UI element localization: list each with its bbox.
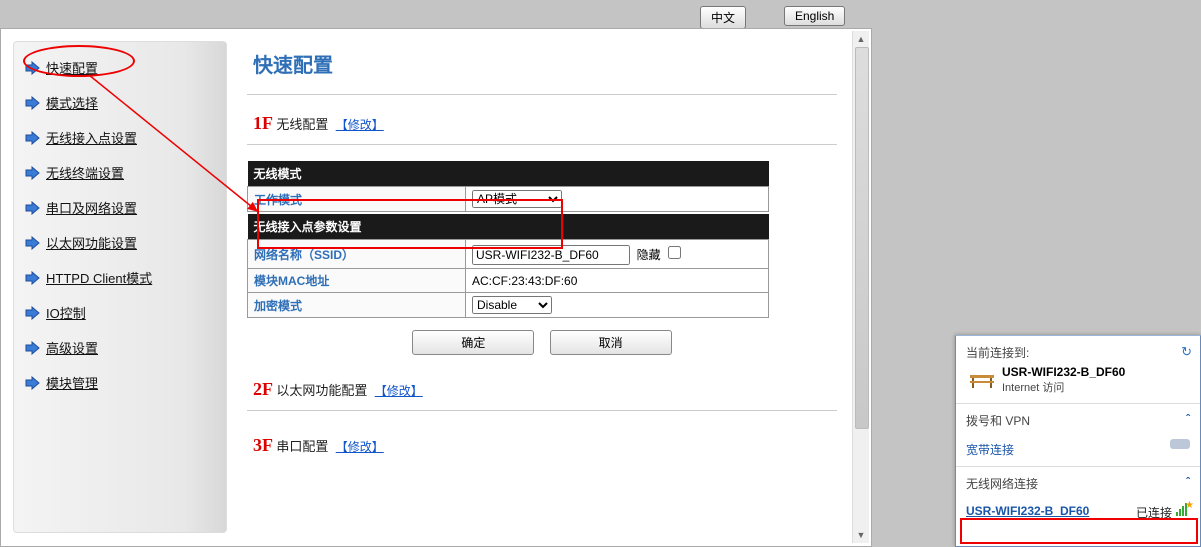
arrow-right-icon [24,376,40,390]
wifi-ssid: USR-WIFI232-B_DF60 [966,504,1089,518]
current-connection-row[interactable]: USR-WIFI232-B_DF60 Internet 访问 [956,363,1200,401]
step-1-modify-link[interactable]: 【修改】 [336,118,384,132]
language-english-button[interactable]: English [784,6,845,26]
chevron-up-icon: ˆ [1186,475,1190,489]
ssid-cell: 隐藏 [466,240,769,269]
wifi-status: 已连接 [1136,504,1172,521]
network-popup: 当前连接到: ↻ USR-WIFI232-B_DF60 Internet 访问 … [955,335,1201,547]
arrow-right-icon [24,271,40,285]
arrow-right-icon [24,166,40,180]
arrow-right-icon [24,236,40,250]
mac-label: 模块MAC地址 [248,269,466,293]
broadband-row[interactable]: 宽带连接 [956,435,1200,464]
sidebar-item-label: 高级设置 [46,338,98,357]
step-3-label: 串口配置 [276,439,328,454]
ssid-label: 网络名称（SSID） [248,240,466,269]
step-2-number: 2F [253,379,273,399]
signal-bars-icon: ★ [1176,502,1192,516]
arrow-right-icon [24,131,40,145]
arrow-right-icon [24,306,40,320]
step-1-label: 无线配置 [276,117,328,132]
current-connection-name: USR-WIFI232-B_DF60 [1002,365,1125,379]
ap-params-header: 无线接入点参数设置 [248,214,769,240]
enc-cell: Disable [466,293,769,318]
modem-icon [1170,439,1190,449]
sidebar-item-advanced[interactable]: 高级设置 [14,332,226,367]
scrollbar[interactable]: ▲ ▼ [852,31,869,543]
sidebar-item-quick-config[interactable]: 快速配置 [14,52,226,87]
mac-value: AC:CF:23:43:DF:60 [466,269,769,293]
work-mode-cell: AP模式 [466,187,769,212]
sidebar-item-ethernet[interactable]: 以太网功能设置 [14,227,226,262]
sidebar-item-label: 无线接入点设置 [46,128,137,147]
step-1-number: 1F [253,113,273,133]
sidebar-item-io-control[interactable]: IO控制 [14,297,226,332]
bench-icon [968,369,996,391]
language-chinese-button[interactable]: 中文 [700,6,746,29]
sidebar-item-label: HTTPD Client模式 [46,268,152,287]
sidebar-item-label: 模式选择 [46,93,98,112]
sidebar-item-serial-net[interactable]: 串口及网络设置 [14,192,226,227]
scroll-up-icon[interactable]: ▲ [853,31,869,47]
chevron-up-icon: ˆ [1186,412,1190,426]
scroll-thumb[interactable] [855,47,869,429]
work-mode-label: 工作模式 [248,187,466,212]
wifi-connection-row[interactable]: USR-WIFI232-B_DF60 已连接 ★ [956,498,1200,524]
ok-button[interactable]: 确定 [412,330,534,355]
sidebar-item-httpd-client[interactable]: HTTPD Client模式 [14,262,226,297]
sidebar-item-mode-select[interactable]: 模式选择 [14,87,226,122]
sidebar-item-label: 快速配置 [46,58,98,77]
ssid-input[interactable] [472,245,630,265]
sidebar-item-label: 以太网功能设置 [46,233,137,252]
ssid-hide-label: 隐藏 [637,248,661,262]
encryption-select[interactable]: Disable [472,296,552,314]
sidebar-item-module-mgmt[interactable]: 模块管理 [14,367,226,402]
netpop-title: 当前连接到: ↻ [956,336,1200,363]
sidebar-item-ap-settings[interactable]: 无线接入点设置 [14,122,226,157]
step-2-modify-link[interactable]: 【修改】 [375,384,423,398]
wireless-mode-table: 无线模式 工作模式 AP模式 [247,161,769,212]
step-3-number: 3F [253,435,273,455]
ssid-hide-checkbox[interactable] [668,246,681,259]
sidebar-item-label: 模块管理 [46,373,98,392]
sidebar-item-label: IO控制 [46,303,86,322]
scroll-down-icon[interactable]: ▼ [853,527,869,543]
arrow-right-icon [24,96,40,110]
work-mode-select[interactable]: AP模式 [472,190,562,208]
wireless-mode-header: 无线模式 [248,161,769,187]
step-3-modify-link[interactable]: 【修改】 [336,440,384,454]
sidebar-item-label: 无线终端设置 [46,163,124,182]
enc-label: 加密模式 [248,293,466,318]
dial-vpn-header[interactable]: 拨号和 VPN ˆ [956,406,1200,435]
sidebar-item-label: 串口及网络设置 [46,198,137,217]
page-title: 快速配置 [247,41,837,95]
cancel-button[interactable]: 取消 [550,330,672,355]
wlan-header[interactable]: 无线网络连接 ˆ [956,469,1200,498]
refresh-icon[interactable]: ↻ [1181,344,1192,360]
arrow-right-icon [24,341,40,355]
arrow-right-icon [24,201,40,215]
main-panel: 快速配置 模式选择 无线接入点设置 无线终端设置 串口及网络设置 以太网功能设置… [0,28,872,547]
arrow-right-icon [24,61,40,75]
sidebar-item-sta-settings[interactable]: 无线终端设置 [14,157,226,192]
ap-params-table: 无线接入点参数设置 网络名称（SSID） 隐藏 模块MAC地址 AC:CF:23… [247,214,769,318]
content-area: 快速配置 1F 无线配置 【修改】 无线模式 工作模式 AP模式 无线接入点参数… [247,41,837,462]
current-connection-sub: Internet 访问 [1002,379,1125,395]
step-2-label: 以太网功能配置 [276,383,367,398]
sidebar: 快速配置 模式选择 无线接入点设置 无线终端设置 串口及网络设置 以太网功能设置… [13,41,227,533]
